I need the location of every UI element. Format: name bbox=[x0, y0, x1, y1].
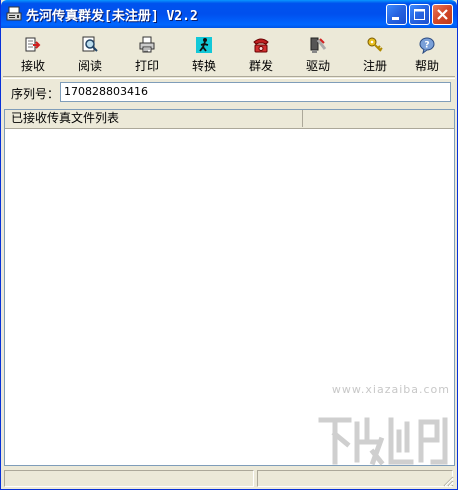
close-button[interactable] bbox=[432, 4, 453, 25]
column-header-received-files[interactable]: 已接收传真文件列表 bbox=[5, 110, 303, 127]
print-label: 打印 bbox=[134, 59, 159, 73]
convert-icon bbox=[196, 37, 212, 53]
register-button[interactable]: 注册 bbox=[349, 31, 401, 75]
watermark-logo bbox=[318, 417, 448, 466]
title-bar[interactable]: 先河传真群发[未注册] V2.2 bbox=[1, 0, 457, 28]
minimize-button[interactable] bbox=[386, 4, 407, 25]
driver-icon bbox=[310, 37, 327, 53]
printer-icon bbox=[139, 36, 155, 53]
column-header-empty[interactable] bbox=[303, 110, 454, 127]
convert-label: 转换 bbox=[191, 59, 216, 73]
driver-button[interactable]: 驱动 bbox=[292, 31, 344, 75]
receive-label: 接收 bbox=[20, 59, 45, 73]
print-button[interactable]: 打印 bbox=[121, 31, 173, 75]
toolbar: 接收 阅读 打印 转换 群发 驱动 注册 ? 帮助 bbox=[3, 29, 455, 77]
resize-grip-icon[interactable] bbox=[442, 475, 454, 487]
mass-send-icon bbox=[253, 38, 269, 53]
read-button[interactable]: 阅读 bbox=[64, 31, 116, 75]
fax-app-icon bbox=[6, 6, 22, 21]
help-button[interactable]: ? 帮助 bbox=[401, 31, 453, 75]
register-label: 注册 bbox=[362, 59, 387, 73]
maximize-icon bbox=[414, 9, 425, 20]
serial-number-field[interactable]: 170828803416 bbox=[60, 82, 451, 102]
list-header: 已接收传真文件列表 bbox=[5, 110, 454, 129]
mass-send-button[interactable]: 群发 bbox=[235, 31, 287, 75]
driver-label: 驱动 bbox=[305, 59, 330, 73]
watermark-url: www.xiazaiba.com bbox=[331, 383, 450, 396]
help-icon: ? bbox=[419, 37, 435, 54]
key-icon bbox=[367, 37, 383, 52]
help-label: 帮助 bbox=[414, 59, 439, 73]
serial-number-row: 序列号： 170828803416 bbox=[3, 78, 455, 107]
minimize-icon bbox=[392, 17, 399, 20]
receive-button[interactable]: 接收 bbox=[7, 31, 59, 75]
status-bar bbox=[3, 468, 455, 488]
read-icon bbox=[82, 36, 98, 52]
mass-send-label: 群发 bbox=[248, 59, 273, 73]
read-label: 阅读 bbox=[77, 59, 102, 73]
received-fax-list[interactable]: 已接收传真文件列表 www.xiazaiba.com bbox=[4, 109, 455, 466]
close-icon bbox=[437, 9, 448, 20]
status-pane-left bbox=[4, 470, 254, 487]
receive-icon bbox=[25, 37, 41, 52]
main-window: 先河传真群发[未注册] V2.2 接收 阅读 打印 转换 群发 驱动 注册 ? … bbox=[0, 0, 458, 490]
convert-button[interactable]: 转换 bbox=[178, 31, 230, 75]
window-title: 先河传真群发[未注册] V2.2 bbox=[26, 9, 198, 24]
serial-number-label: 序列号： bbox=[11, 87, 60, 101]
status-pane-right bbox=[257, 470, 453, 487]
svg-text:?: ? bbox=[424, 41, 429, 51]
maximize-button[interactable] bbox=[409, 4, 430, 25]
